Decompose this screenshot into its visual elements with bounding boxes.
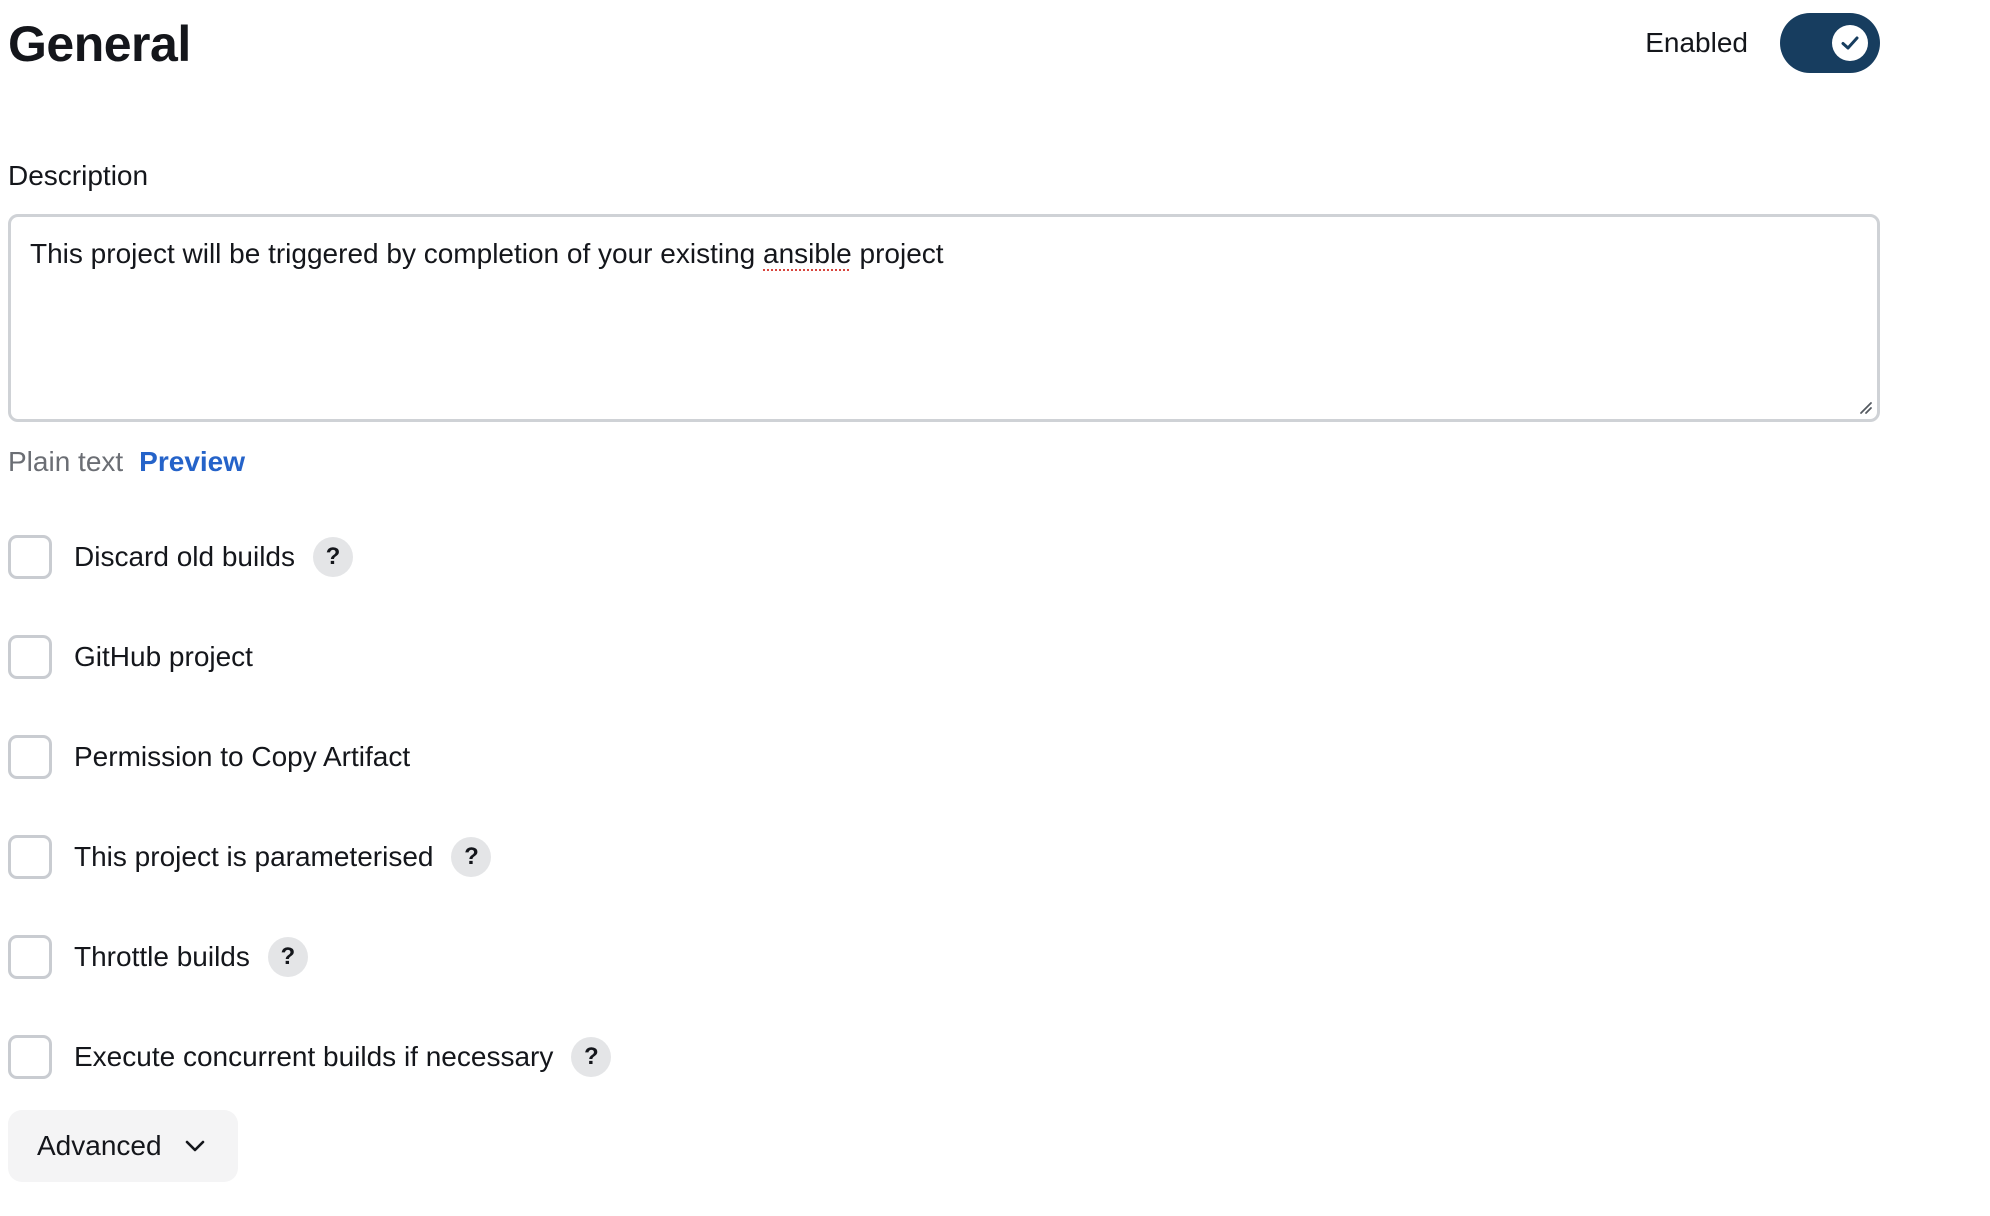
description-text: This project will be triggered by comple… — [30, 238, 944, 269]
throttle-builds-checkbox[interactable] — [8, 935, 52, 979]
enabled-control: Enabled — [1645, 13, 1880, 73]
option-discard-old-builds: Discard old builds ? — [8, 535, 611, 579]
help-icon[interactable]: ? — [571, 1037, 612, 1077]
help-icon[interactable]: ? — [451, 837, 492, 877]
option-parameterised: This project is parameterised ? — [8, 835, 611, 879]
parameterised-checkbox[interactable] — [8, 835, 52, 879]
misspelled-word: ansible — [763, 238, 852, 269]
advanced-button[interactable]: Advanced — [8, 1110, 238, 1182]
option-github-project: GitHub project — [8, 635, 611, 679]
throttle-builds-label[interactable]: Throttle builds — [74, 941, 250, 973]
plain-text-label: Plain text — [8, 446, 124, 477]
section-header: General Enabled — [8, 0, 1880, 92]
permission-copy-artifact-checkbox[interactable] — [8, 735, 52, 779]
description-label: Description — [8, 160, 149, 191]
general-section: General Enabled Description This project… — [8, 0, 1880, 1182]
enabled-toggle[interactable] — [1780, 13, 1880, 73]
help-icon[interactable]: ? — [267, 937, 308, 977]
option-concurrent-builds: Execute concurrent builds if necessary ? — [8, 1035, 612, 1079]
help-icon[interactable]: ? — [313, 537, 353, 577]
page-title: General — [8, 16, 191, 72]
discard-old-builds-label[interactable]: Discard old builds — [74, 541, 295, 573]
resize-grip-icon[interactable] — [1857, 399, 1873, 415]
chevron-down-icon — [185, 1140, 204, 1152]
format-switcher: Plain text Preview — [8, 446, 245, 478]
preview-link[interactable]: Preview — [139, 446, 245, 478]
options-list: Discard old builds ? GitHub project Perm… — [8, 535, 612, 1135]
github-project-checkbox[interactable] — [8, 635, 52, 679]
parameterised-label[interactable]: This project is parameterised — [74, 841, 433, 873]
permission-copy-artifact-label[interactable]: Permission to Copy Artifact — [74, 741, 410, 773]
discard-old-builds-checkbox[interactable] — [8, 535, 52, 579]
advanced-label: Advanced — [37, 1130, 162, 1161]
enabled-label: Enabled — [1645, 27, 1748, 58]
description-textarea[interactable]: This project will be triggered by comple… — [8, 214, 1880, 422]
toggle-knob — [1832, 25, 1868, 61]
option-throttle-builds: Throttle builds ? — [8, 935, 611, 979]
option-permission-copy-artifact: Permission to Copy Artifact — [8, 735, 611, 779]
github-project-label[interactable]: GitHub project — [74, 641, 253, 673]
concurrent-builds-checkbox[interactable] — [8, 1035, 52, 1079]
concurrent-builds-label[interactable]: Execute concurrent builds if necessary — [74, 1041, 553, 1073]
check-icon — [1841, 36, 1859, 50]
